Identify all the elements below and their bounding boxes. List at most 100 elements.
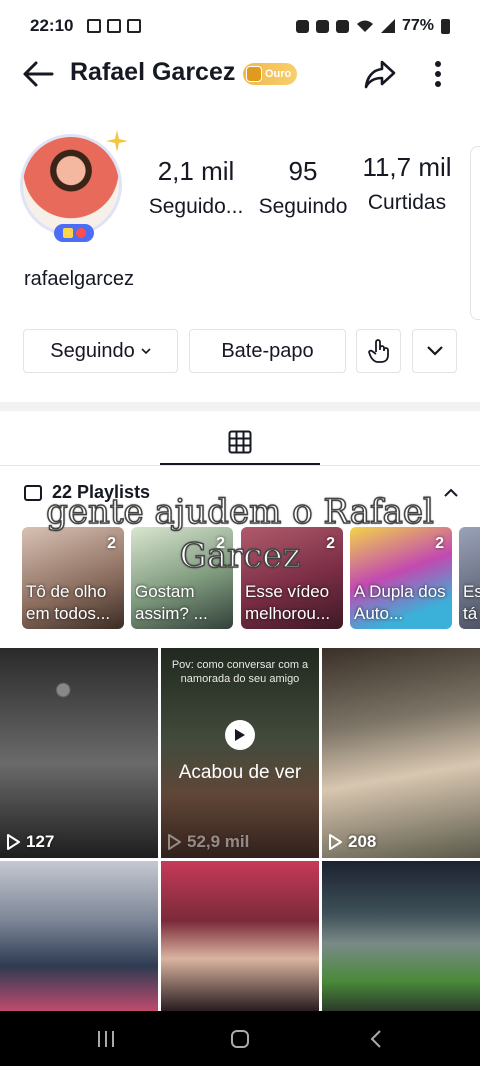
more-vertical-icon [435, 61, 441, 87]
badge-label: Ouro [265, 68, 292, 80]
video-thumbnail[interactable]: 208 [322, 648, 480, 858]
chevron-down-icon [141, 347, 151, 354]
status-left: 22:10 [30, 16, 142, 36]
status-bar: 22:10 77% [0, 0, 480, 52]
likes-label: Curtidas [367, 191, 447, 214]
system-nav-bar [0, 1011, 480, 1066]
playlist-icon [24, 484, 42, 501]
playlist-item[interactable]: 2 Gostam assim? ... [131, 527, 233, 629]
tab-videos-grid[interactable] [160, 420, 320, 464]
view-count: 127 [6, 832, 54, 852]
video-thumbnail[interactable] [0, 861, 158, 1011]
more-options-button[interactable] [420, 54, 456, 94]
grid-icon [228, 430, 252, 454]
back-button[interactable] [20, 56, 56, 92]
share-arrow-icon [364, 60, 396, 89]
poke-hand-icon [367, 339, 389, 363]
followers-count: 2,1 mil [157, 156, 235, 186]
playlist-title: Gostam assim? ... [135, 582, 208, 623]
likes-stat[interactable]: 11,7 mil Curtidas [358, 152, 456, 215]
home-button[interactable] [220, 1021, 260, 1057]
playlist-count: 2 [107, 535, 116, 552]
playlist-item[interactable]: 2 Esse vídeo melhorou... [241, 527, 343, 629]
profile-name: Rafael Garcez [70, 58, 236, 86]
playlist-title: Es tá [463, 582, 480, 623]
wifi-icon [356, 20, 373, 32]
screenshot-icon [87, 19, 102, 33]
play-icon [7, 834, 20, 850]
playlist-count: 2 [326, 535, 335, 552]
gallery-icon [127, 19, 142, 33]
playlist-title: A Dupla dos Auto... [354, 582, 446, 623]
screen-record-icon [107, 19, 122, 33]
playlist-item[interactable]: 2 Tô de olho em todos... [22, 527, 124, 629]
following-label: Seguindo [258, 195, 348, 218]
badge-square-icon [62, 228, 73, 238]
expand-suggestions-button[interactable] [412, 329, 457, 373]
status-time: 22:10 [30, 16, 74, 35]
video-caption: Pov: como conversar com a namorada do se… [171, 659, 309, 685]
gold-badge[interactable]: Ouro [243, 63, 298, 85]
chevron-down-icon [426, 346, 443, 356]
playlist-title: Esse vídeo melhorou... [245, 582, 331, 623]
username: rafaelgarcez [24, 268, 135, 290]
playlist-title: Tô de olho em todos... [26, 582, 111, 623]
play-icon [235, 729, 245, 741]
avatar-container[interactable] [18, 130, 128, 242]
recent-apps-icon [98, 1031, 114, 1047]
chat-button[interactable]: Bate-papo [189, 329, 346, 373]
battery-icon [441, 18, 450, 34]
share-profile-button[interactable] [360, 54, 400, 94]
location-icon [335, 19, 349, 33]
battery-percent: 77% [401, 17, 434, 34]
chevron-up-icon [444, 488, 458, 497]
video-thumbnail[interactable]: Pov: como conversar com a namorada do se… [161, 648, 319, 858]
play-icon [329, 834, 342, 850]
notification-icons [87, 19, 142, 33]
status-right: 77% [295, 17, 450, 35]
suggested-card-edge[interactable] [470, 146, 480, 320]
badge-dot-icon [75, 228, 86, 238]
chevron-left-icon [370, 1030, 381, 1048]
playlists-title: 22 Playlists [52, 482, 151, 502]
badge-icon [246, 66, 262, 82]
view-count-value: 52,9 mil [187, 832, 250, 851]
likes-count: 11,7 mil [362, 152, 452, 182]
playlist-count: 2 [435, 535, 444, 552]
collapse-playlists-button[interactable] [440, 482, 462, 504]
section-divider [0, 402, 480, 411]
playlists-header[interactable]: 22 Playlists [24, 482, 150, 503]
chat-button-label: Bate-papo [221, 339, 314, 362]
view-count-value: 208 [348, 832, 377, 851]
poke-button[interactable] [356, 329, 401, 373]
clock-icon [315, 19, 329, 33]
play-icon [168, 834, 181, 850]
playlist-item[interactable]: Es tá [459, 527, 480, 629]
video-thumbnail[interactable]: 127 [0, 648, 158, 858]
signal-icon [380, 19, 395, 33]
tab-bar-divider [0, 465, 480, 466]
play-button[interactable] [225, 720, 255, 750]
watched-label: Acabou de ver [178, 762, 302, 783]
following-count: 95 [288, 156, 318, 186]
followers-label: Seguido... [148, 195, 244, 218]
alarm-icon [295, 19, 309, 33]
following-stat[interactable]: 95 Seguindo [256, 156, 350, 219]
system-back-button[interactable] [356, 1021, 396, 1057]
followers-stat[interactable]: 2,1 mil Seguido... [146, 156, 246, 219]
avatar-badge [54, 224, 94, 242]
view-count: 52,9 mil [167, 832, 249, 852]
profile-header: Rafael Garcez Ouro [0, 52, 480, 98]
playlist-item[interactable]: 2 A Dupla dos Auto... [350, 527, 452, 629]
following-button[interactable]: Seguindo [23, 329, 178, 373]
sparkle-icon [106, 130, 128, 152]
video-thumbnail[interactable] [322, 861, 480, 1011]
home-icon [231, 1030, 249, 1048]
arrow-left-icon [23, 61, 54, 87]
view-count-value: 127 [26, 832, 55, 851]
video-thumbnail[interactable] [161, 861, 319, 1011]
following-button-label: Seguindo [50, 339, 135, 362]
view-count: 208 [328, 832, 376, 852]
recent-apps-button[interactable] [86, 1021, 126, 1057]
playlist-count: 2 [216, 535, 225, 552]
